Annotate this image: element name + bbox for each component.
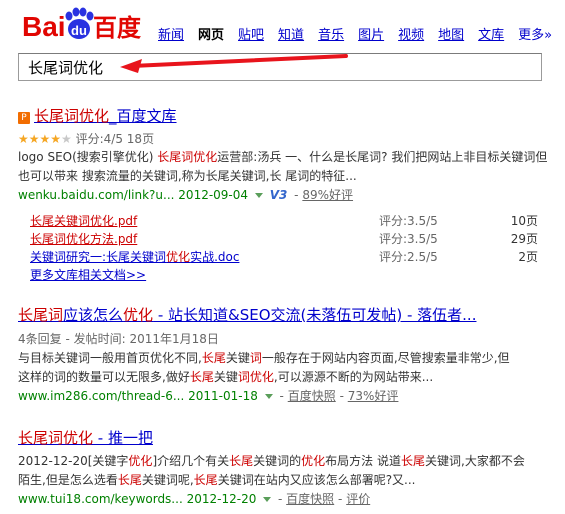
result-3-abstract: 2012-12-20[关键字优化]介绍几个有关长尾关键词的优化布局方法 说道长尾…: [18, 454, 525, 487]
search-result-2: 长尾词应该怎么优化 - 站长知道&SEO交流(未落伍可发帖) - 落伍者... …: [18, 305, 558, 406]
nav-wenku[interactable]: 文库: [478, 24, 504, 43]
result-2-abstract: 与目标关键词一般用首页优化不同,长尾关键词一般存在于网站内容页面,尽管搜索量非常…: [18, 351, 510, 384]
result-3-url: www.tui18.com/keywords...: [18, 492, 183, 506]
result-2-meta: 4条回复 - 发帖时间: 2011年1月18日: [18, 332, 219, 346]
nav-tieba[interactable]: 贴吧: [238, 24, 264, 43]
logo-text-du: du: [71, 23, 87, 38]
doc-row: 关键词研究一:长尾关键词优化实战.doc 评分:2.5/5 2页: [30, 248, 538, 266]
result-2-snapshot[interactable]: 百度快照: [288, 389, 336, 403]
result-1-url-line: wenku.baidu.com/link?u... 2012-09-04 V3 …: [18, 188, 354, 202]
rating-stars-icon: ★★★★★: [18, 132, 72, 146]
result-3-url-line: www.tui18.com/keywords... 2012-12-20 - 百…: [18, 492, 371, 506]
result-3-date: 2012-12-20: [186, 492, 257, 506]
result-1-date: 2012-09-04: [178, 188, 249, 202]
result-3-title[interactable]: 长尾词优化 - 推一把: [18, 428, 153, 448]
logo-text-bai: Bai: [22, 11, 66, 42]
result-1-rating: ★★★★★ 评分:4/5 18页: [18, 130, 558, 148]
nav-images[interactable]: 图片: [358, 24, 384, 43]
nav-video[interactable]: 视频: [398, 24, 424, 43]
search-result-1: P 长尾词优化_百度文库 ★★★★★ 评分:4/5 18页 logo SEO(搜索…: [18, 106, 558, 205]
doc-link-1[interactable]: 长尾关键词优化.pdf: [30, 212, 137, 230]
result-3-feedback[interactable]: 评价: [346, 492, 370, 506]
doc-row: 长尾词优化方法.pdf 评分:3.5/5 29页: [30, 230, 538, 248]
nav-zhidao[interactable]: 知道: [278, 24, 304, 43]
doc-row: 更多文库相关文档>>: [30, 266, 542, 284]
result-2-url-line: www.im286.com/thread-6... 2011-01-18 - 百…: [18, 389, 399, 403]
wenku-doc-icon: P: [18, 112, 30, 124]
result-2-date: 2011-01-18: [188, 389, 258, 403]
baidu-logo[interactable]: Bai du 百度: [22, 7, 144, 43]
nav-map[interactable]: 地图: [438, 24, 464, 43]
doc-link-2[interactable]: 长尾词优化方法.pdf: [30, 230, 137, 248]
doc-link-3[interactable]: 关键词研究一:长尾关键词优化实战.doc: [30, 248, 239, 266]
result-1-url: wenku.baidu.com/link?u...: [18, 188, 175, 202]
result-2-title[interactable]: 长尾词应该怎么优化 - 站长知道&SEO交流(未落伍可发帖) - 落伍者...: [18, 305, 476, 325]
more-docs-link[interactable]: 更多文库相关文档>>: [30, 268, 146, 282]
result-1-abstract: logo SEO(搜索引擎优化) 长尾词优化运营部:汤兵 一、什么是长尾词? 我…: [18, 150, 548, 183]
nav-news[interactable]: 新闻: [158, 24, 184, 43]
result-1-title[interactable]: 长尾词优化_百度文库: [34, 106, 177, 126]
result-3-snapshot[interactable]: 百度快照: [286, 492, 334, 506]
rating-text: 评分:4/5 18页: [75, 132, 155, 146]
top-nav: 新闻 网页 贴吧 知道 音乐 图片 视频 地图 文库 更多»: [158, 24, 565, 43]
dropdown-arrow-icon[interactable]: [254, 193, 263, 198]
related-docs: 长尾关键词优化.pdf 评分:3.5/5 10页 长尾词优化方法.pdf 评分:…: [30, 212, 542, 284]
search-box: [18, 53, 542, 81]
doc-row: 长尾关键词优化.pdf 评分:3.5/5 10页: [30, 212, 538, 230]
nav-music[interactable]: 音乐: [318, 24, 344, 43]
v3-badge-icon[interactable]: V3: [270, 188, 288, 202]
dropdown-arrow-icon[interactable]: [263, 497, 272, 502]
header: Bai du 百度 新闻 网页 贴吧 知道 音乐 图片 视频 地图 文库 更多»: [0, 0, 565, 48]
logo-text-chinese: 百度: [93, 14, 142, 42]
result-2-url: www.im286.com/thread-6...: [18, 389, 185, 403]
result-2-feedback[interactable]: 73%好评: [348, 389, 399, 403]
nav-web[interactable]: 网页: [198, 24, 224, 43]
search-result-3: 长尾词优化 - 推一把 2012-12-20[关键字优化]介绍几个有关长尾关键词…: [18, 428, 558, 509]
dropdown-arrow-icon[interactable]: [264, 394, 273, 399]
search-input[interactable]: [19, 54, 541, 80]
result-1-feedback[interactable]: 89%好评: [302, 188, 353, 202]
nav-more[interactable]: 更多»: [518, 24, 552, 43]
